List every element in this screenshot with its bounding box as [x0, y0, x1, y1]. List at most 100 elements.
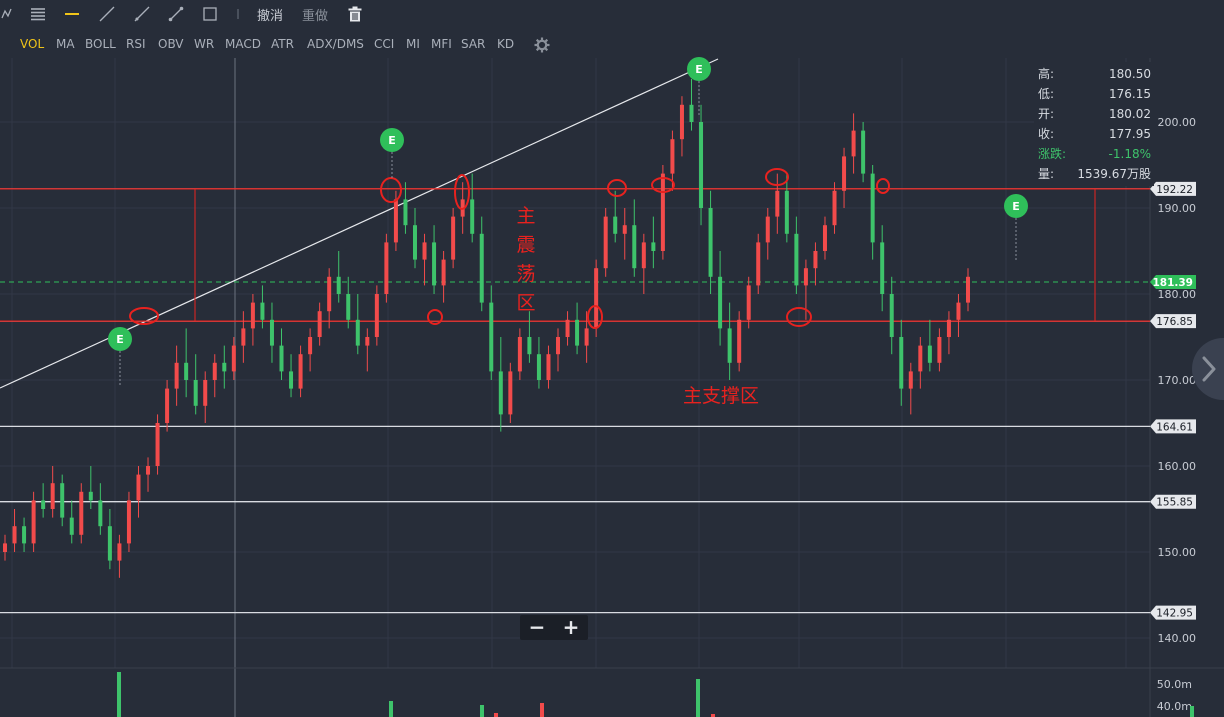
candle-body — [908, 371, 913, 389]
redo-button[interactable]: 重做 — [299, 0, 331, 28]
undo-button[interactable]: 撤消 — [254, 0, 286, 28]
candle-body — [699, 122, 704, 208]
candle-body — [174, 362, 179, 389]
drawing-toolbar: 撤消 重做 — [0, 0, 1224, 30]
ohlc-value: 1539.67万股 — [1077, 167, 1151, 181]
candle-body — [346, 294, 351, 320]
candle-body — [317, 311, 322, 337]
next-page-button[interactable] — [1192, 338, 1224, 400]
y-tick-label: 200.00 — [1158, 116, 1197, 129]
candle-body — [956, 302, 961, 320]
y-tick-label: 150.00 — [1158, 546, 1197, 559]
candle-body — [918, 345, 923, 372]
y-tick-label: 180.00 — [1158, 288, 1197, 301]
candle-body — [12, 526, 17, 544]
candle-body — [298, 354, 303, 389]
indicator-tabs: VOL MA BOLL RSI OBV WR MACD ATR ADX/DMS CCI MI MFI S… — [0, 32, 600, 56]
diagonal-line-icon — [99, 6, 115, 22]
candle-body — [222, 362, 227, 372]
candle-body — [308, 337, 313, 355]
wave-tool-button[interactable] — [0, 0, 14, 28]
y-tick-label: 190.00 — [1158, 202, 1197, 215]
indicator-tab-mfi[interactable]: MFI — [431, 32, 452, 56]
zoom-in-button[interactable]: + — [554, 615, 588, 640]
candle-body — [966, 276, 970, 303]
ray-line-icon — [134, 6, 150, 22]
candle-body — [327, 276, 332, 312]
segment-line-icon — [168, 6, 184, 22]
candle-body — [441, 259, 446, 286]
rectangle-tool-button[interactable] — [199, 0, 221, 28]
indicator-tab-sar[interactable]: SAR — [461, 32, 485, 56]
trash-icon — [348, 6, 362, 22]
candle-body — [146, 466, 151, 475]
candle-body — [556, 337, 561, 355]
indicator-tab-kd[interactable]: KD — [497, 32, 514, 56]
candle-body — [679, 104, 684, 140]
candle-body — [355, 319, 360, 346]
delete-button[interactable] — [345, 0, 365, 28]
ohlc-label: 开: — [1038, 107, 1055, 121]
indicator-tab-vol[interactable]: VOL — [20, 32, 44, 56]
candle-body — [489, 302, 494, 372]
candle-body — [203, 380, 208, 406]
channel-tool-button[interactable] — [28, 0, 48, 28]
candle-body — [365, 337, 370, 346]
volume-bar — [117, 672, 121, 717]
candle-body — [775, 190, 780, 217]
y-tick-label: 140.00 — [1158, 632, 1197, 645]
candle-body — [889, 294, 894, 337]
ohlc-value: 176.15 — [1109, 87, 1151, 101]
ohlc-value: 180.50 — [1109, 67, 1151, 81]
earnings-marker-label: E — [388, 134, 396, 147]
candle-body — [508, 371, 513, 415]
candle-body — [79, 491, 84, 535]
price-level-label: 192.22 — [1156, 184, 1193, 196]
ohlc-row: 高: 180.50 — [1038, 64, 1151, 84]
indicator-tab-adx-dms[interactable]: ADX/DMS — [307, 32, 364, 56]
candle-body — [861, 130, 866, 174]
indicator-tab-rsi[interactable]: RSI — [126, 32, 146, 56]
candle-body — [727, 328, 732, 363]
touch-point-circle — [876, 178, 890, 194]
volume-tick-label: 40.0m — [1157, 700, 1192, 713]
volume-tick-label: 50.0m — [1157, 678, 1192, 691]
indicator-tab-wr[interactable]: WR — [194, 32, 214, 56]
candle-body — [184, 362, 189, 380]
candle-body — [613, 216, 618, 234]
touch-point-circle — [427, 309, 443, 325]
candle-body — [689, 104, 694, 122]
indicator-tab-macd[interactable]: MACD — [225, 32, 261, 56]
ohlc-row: 开: 180.02 — [1038, 104, 1151, 124]
indicator-tab-cci[interactable]: CCI — [374, 32, 394, 56]
candle-body — [250, 302, 255, 329]
indicator-tab-mi[interactable]: MI — [406, 32, 420, 56]
indicator-tab-atr[interactable]: ATR — [271, 32, 294, 56]
volume-bar — [494, 713, 498, 717]
candle-body — [832, 190, 837, 226]
trend-line-tool-button[interactable] — [96, 0, 118, 28]
candle-body — [374, 294, 379, 337]
ohlc-value: -1.18% — [1108, 147, 1151, 161]
segment-tool-button[interactable] — [165, 0, 187, 28]
candle-body — [632, 225, 637, 269]
horizontal-line-tool-button[interactable] — [61, 0, 83, 28]
ray-tool-button[interactable] — [131, 0, 153, 28]
candle-body — [403, 199, 408, 226]
indicator-tab-boll[interactable]: BOLL — [85, 32, 116, 56]
candle-body — [870, 173, 875, 243]
ohlc-info-panel: 高: 180.50 低: 176.15 开: 180.02 收: 177.95 涨跌: -1.18… — [1034, 62, 1154, 186]
candle-body — [126, 500, 131, 544]
candle-body — [794, 233, 799, 286]
gear-icon — [534, 37, 550, 53]
candle-body — [289, 371, 294, 389]
zoom-out-button[interactable]: − — [520, 615, 554, 640]
indicator-settings-button[interactable] — [534, 33, 550, 61]
candle-body — [899, 337, 904, 389]
candle-body — [737, 319, 742, 363]
indicator-tab-ma[interactable]: MA — [56, 32, 75, 56]
candle-body — [451, 216, 456, 260]
indicator-tab-obv[interactable]: OBV — [158, 32, 184, 56]
y-tick-label: 170.00 — [1158, 374, 1197, 387]
candle-body — [498, 371, 503, 415]
